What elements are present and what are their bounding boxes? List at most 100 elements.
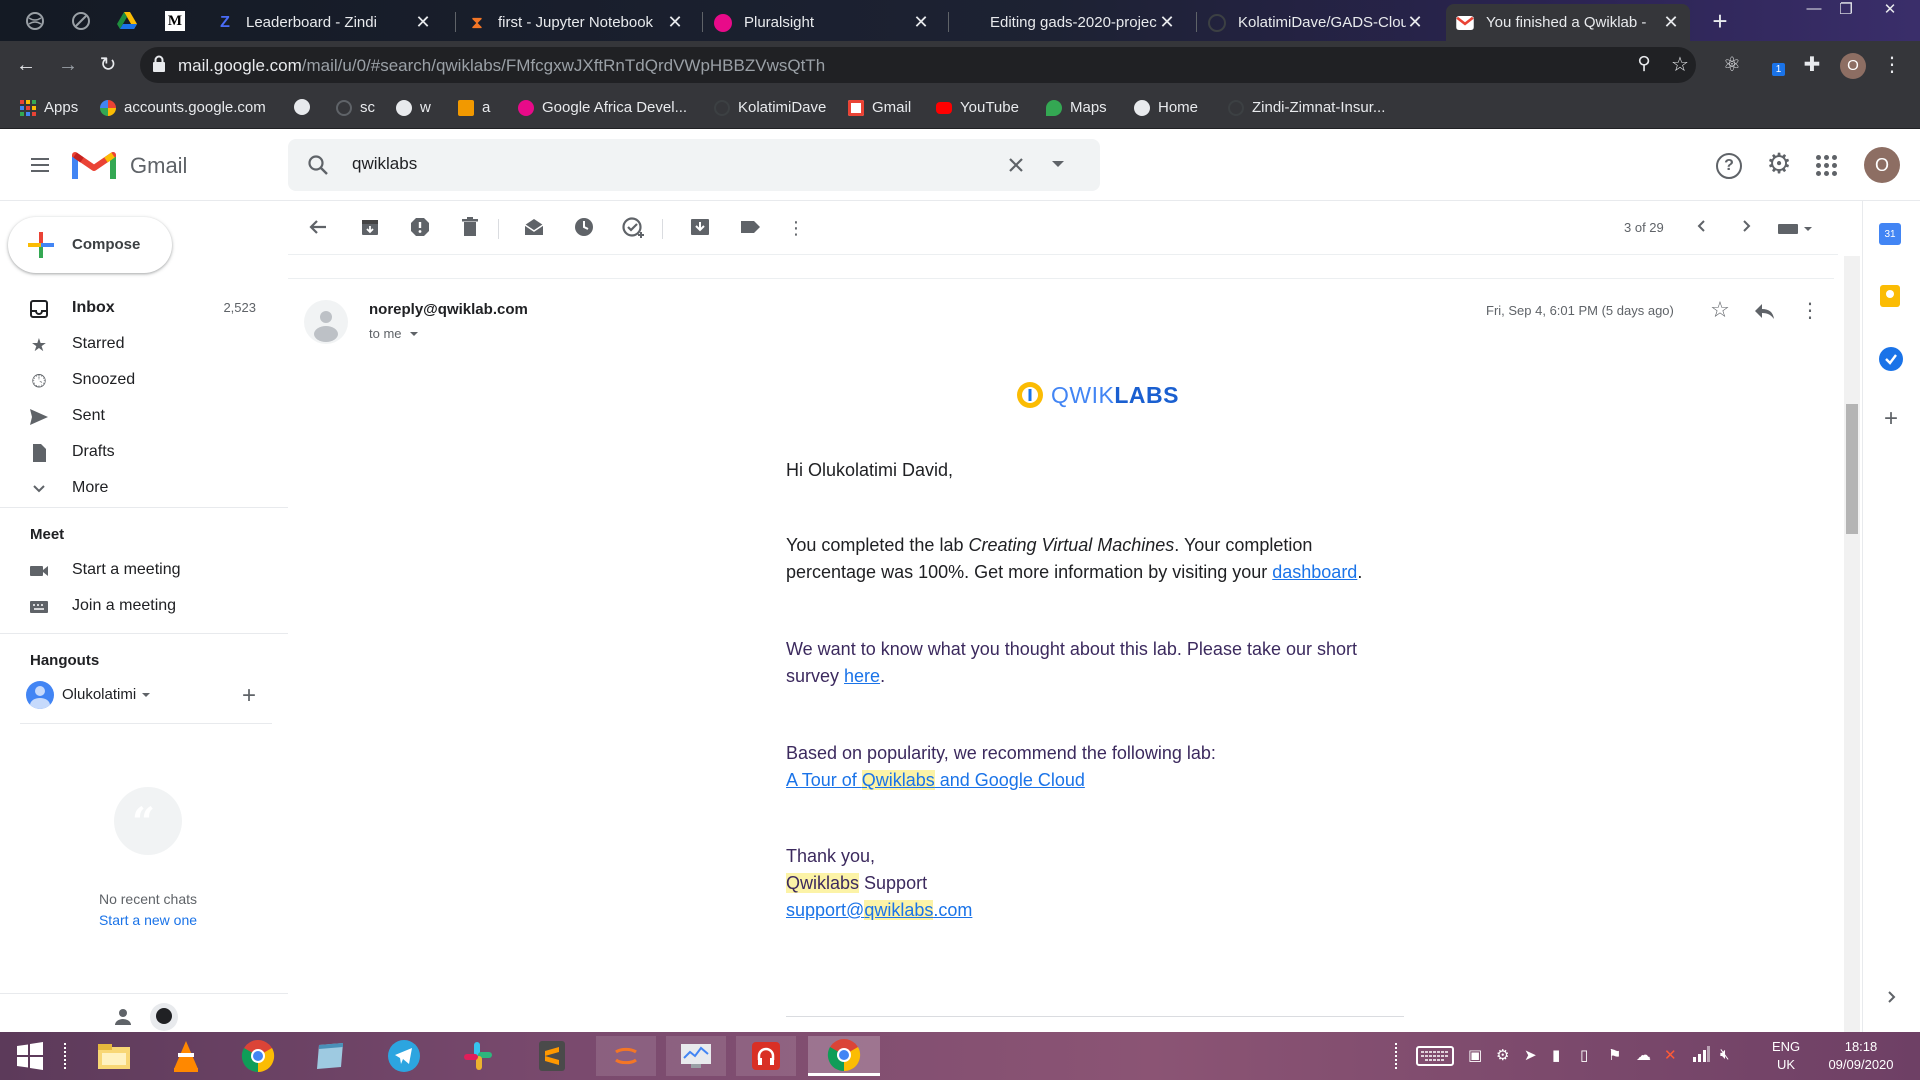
star-message-icon[interactable]: ☆ — [1708, 298, 1732, 322]
close-tab-icon[interactable]: ✕ — [414, 12, 432, 33]
nav-snoozed[interactable]: 🕓︎ Snoozed — [0, 363, 272, 397]
main-menu-icon[interactable] — [28, 153, 52, 177]
add-to-tasks-icon[interactable] — [622, 216, 646, 240]
hangouts-user-avatar[interactable] — [26, 681, 54, 709]
bookmark-youtube[interactable]: YouTube — [936, 99, 1019, 116]
tray-settings-icon[interactable]: ⚙ — [1496, 1046, 1509, 1064]
label-tag-icon[interactable] — [738, 216, 762, 240]
tray-app-icon[interactable]: ▣ — [1468, 1046, 1482, 1064]
hangouts-tab-icon[interactable] — [150, 1003, 178, 1031]
scrollbar-thumb[interactable] — [1846, 404, 1858, 534]
nav-inbox[interactable]: Inbox 2,523 — [0, 291, 272, 325]
tab-github-repo[interactable]: KolatimiDave/GADS-Clou ✕ — [1198, 4, 1434, 41]
delete-trash-icon[interactable] — [458, 216, 482, 240]
pinned-tab-1[interactable] — [20, 8, 50, 34]
search-options-caret-icon[interactable] — [1052, 161, 1064, 167]
nav-more[interactable]: More — [0, 471, 272, 505]
minimize-button[interactable]: — — [1800, 0, 1828, 20]
bookmark-sc-github[interactable]: sc — [336, 99, 375, 116]
bookmark-accounts-google[interactable]: accounts.google.com — [100, 99, 266, 116]
resource-monitor-icon[interactable] — [666, 1036, 726, 1076]
bookmark-home[interactable]: Home — [1134, 99, 1198, 116]
clock[interactable]: 18:18 09/09/2020 — [1818, 1038, 1904, 1074]
chrome-active-icon[interactable] — [808, 1036, 880, 1076]
tasks-icon[interactable] — [1879, 347, 1903, 371]
tab-gmail-active[interactable]: You finished a Qwiklab - ✕ — [1446, 4, 1690, 41]
message-scrollbar[interactable] — [1844, 256, 1860, 1032]
settings-gear-icon[interactable]: ⚙ — [1764, 149, 1794, 179]
bookmark-maps[interactable]: Maps — [1046, 99, 1107, 116]
lock-icon[interactable] — [152, 55, 170, 75]
search-icon[interactable] — [306, 153, 330, 177]
windows-start-icon[interactable] — [6, 1036, 54, 1076]
address-bar[interactable]: mail.google.com/mail/u/0/#search/qwiklab… — [140, 47, 1696, 83]
nav-sent[interactable]: Sent — [0, 399, 272, 433]
forward-arrow-icon[interactable]: → — [56, 53, 80, 77]
recipients-details[interactable]: to me — [369, 326, 418, 341]
tab-pluralsight[interactable]: Pluralsight ✕ — [704, 4, 940, 41]
contacts-person-icon[interactable] — [112, 1007, 134, 1027]
close-tab-icon[interactable]: ✕ — [912, 12, 930, 33]
back-arrow-icon[interactable]: ← — [14, 53, 38, 77]
close-tab-icon[interactable]: ✕ — [1662, 12, 1680, 33]
report-spam-icon[interactable] — [408, 216, 432, 240]
bookmark-sc[interactable] — [294, 99, 318, 115]
hangouts-user-menu[interactable]: Olukolatimi — [62, 686, 151, 703]
network-signal-icon[interactable] — [1692, 1046, 1710, 1066]
mark-unread-icon[interactable] — [522, 216, 546, 240]
volume-muted-icon[interactable]: 🔇︎ — [1720, 1046, 1729, 1063]
help-icon[interactable]: ? — [1716, 153, 1742, 179]
telegram-icon[interactable] — [380, 1036, 428, 1076]
tab-zindi[interactable]: Z Leaderboard - Zindi ✕ — [206, 4, 442, 41]
extension-badge-icon[interactable]: 1 — [1762, 53, 1786, 77]
newer-chevron-icon[interactable] — [1690, 216, 1714, 240]
sender-email[interactable]: noreply@qwiklab.com — [369, 301, 528, 318]
survey-link[interactable]: here — [844, 666, 880, 686]
chrome-menu-icon[interactable]: ⋮ — [1880, 53, 1904, 77]
tray-battery-icon[interactable]: ▯ — [1580, 1046, 1588, 1064]
tab-jupyter[interactable]: ⧗ first - Jupyter Notebook ✕ — [458, 4, 694, 41]
chrome-icon[interactable] — [234, 1036, 282, 1076]
recommended-lab-link[interactable]: A Tour of Qwiklabs and Google Cloud — [786, 767, 1386, 794]
pinned-tab-drive[interactable] — [112, 8, 142, 34]
music-headphones-icon[interactable] — [736, 1036, 796, 1076]
tab-editing-gads[interactable]: Editing gads-2020-projec ✕ — [950, 4, 1186, 41]
pinned-tab-medium[interactable]: M — [160, 8, 190, 34]
message-more-icon[interactable]: ⋮ — [1798, 298, 1822, 322]
chrome-profile-avatar[interactable]: O — [1840, 53, 1866, 79]
support-email-link[interactable]: support@qwiklabs.com — [786, 897, 1386, 924]
slack-icon[interactable] — [454, 1036, 502, 1076]
back-to-search-icon[interactable] — [306, 216, 330, 240]
search-bar[interactable]: qwiklabs — [288, 139, 1100, 191]
more-options-icon[interactable]: ⋮ — [784, 216, 808, 240]
sublime-text-icon[interactable] — [528, 1036, 576, 1076]
google-apps-icon[interactable] — [1816, 155, 1837, 176]
start-new-chat-link[interactable]: Start a new one — [0, 912, 296, 928]
dashboard-link[interactable]: dashboard — [1272, 562, 1357, 582]
tray-dots-icon[interactable] — [1384, 1036, 1408, 1076]
calendar-icon[interactable]: 31 — [1879, 223, 1901, 245]
start-meeting[interactable]: Start a meeting — [0, 553, 272, 587]
bookmark-star-icon[interactable]: ☆ — [1668, 52, 1692, 76]
onedrive-cloud-icon[interactable]: ☁ — [1636, 1046, 1651, 1064]
bookmark-google-africa[interactable]: Google Africa Devel... — [518, 99, 687, 116]
bookmark-a[interactable]: a — [458, 99, 490, 116]
join-meeting[interactable]: Join a meeting — [0, 589, 272, 623]
close-tab-icon[interactable]: ✕ — [666, 12, 684, 33]
bookmark-gmail[interactable]: Gmail — [848, 99, 911, 116]
tray-flag-icon[interactable]: ⚑ — [1608, 1046, 1621, 1064]
file-explorer-icon[interactable] — [90, 1036, 138, 1076]
new-conversation-plus-icon[interactable]: + — [242, 682, 256, 710]
reload-icon[interactable]: ↻ — [96, 53, 120, 77]
older-chevron-icon[interactable] — [1734, 216, 1758, 240]
restore-button[interactable]: ❐ — [1832, 0, 1860, 20]
reply-icon[interactable] — [1752, 300, 1776, 322]
nav-starred[interactable]: ★ Starred — [0, 327, 272, 361]
notepad-icon[interactable] — [306, 1036, 354, 1076]
vlc-icon[interactable] — [162, 1036, 210, 1076]
archive-icon[interactable] — [358, 216, 382, 240]
nav-drafts[interactable]: Drafts — [0, 435, 272, 469]
pinned-tab-2[interactable] — [66, 8, 96, 34]
get-addons-plus-icon[interactable]: + — [1879, 407, 1903, 431]
task-view-dots-icon[interactable] — [50, 1036, 80, 1076]
